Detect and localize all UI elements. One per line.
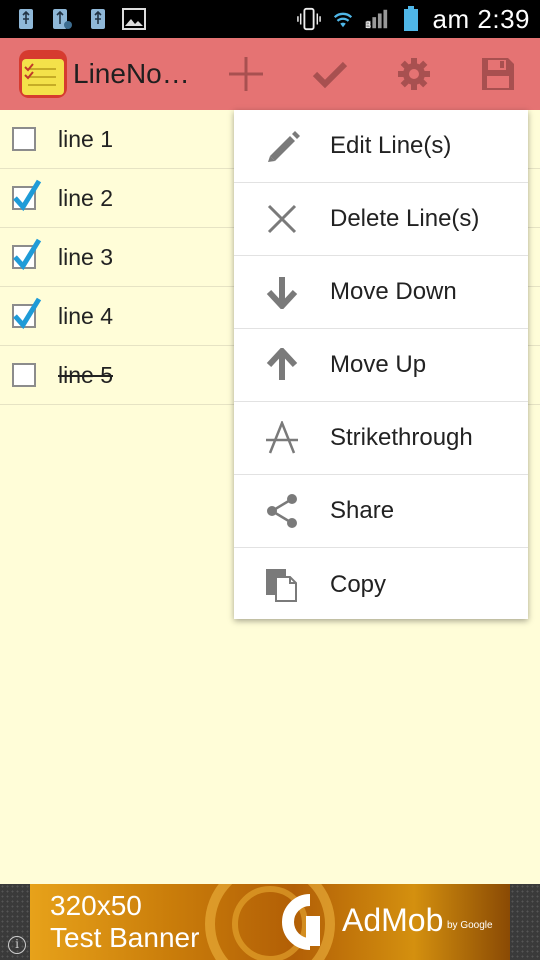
menu-item-label: Move Up [330,351,427,378]
settings-button[interactable] [394,54,434,94]
ad-banner[interactable]: 320x50 Test Banner AdMob by Google i [0,884,540,960]
menu-item-delete-lines[interactable]: Delete Line(s) [234,183,528,256]
menu-item-label: Share [330,497,395,524]
ad-brand: AdMob [342,902,444,938]
app-title: LineNo… [73,58,190,89]
pencil-icon [234,126,330,166]
checkbox-checked[interactable] [12,297,42,330]
app-logo-icon[interactable] [18,49,68,99]
menu-item-label: Delete Line(s) [330,205,480,232]
wifi-icon [331,7,355,31]
ad-by-google: by Google [447,920,493,931]
menu-item-copy[interactable]: Copy [234,548,528,621]
usb-icon [14,7,38,31]
share-icon [234,493,330,529]
line-text: line 2 [58,184,113,211]
svg-text:B: B [365,20,371,30]
check-button[interactable] [310,54,350,94]
vibrate-icon [296,7,321,31]
context-menu: Edit Line(s) Delete Line(s) Move Down Mo… [234,110,528,619]
add-button[interactable] [226,54,266,94]
action-bar: LineNo… [0,38,540,110]
line-text: line 3 [58,243,113,270]
checkbox-checked[interactable] [12,179,42,212]
ad-text-size: 320x50 [50,890,142,921]
checkmark-icon [13,238,42,271]
gear-icon [398,58,430,90]
ad-creative[interactable]: 320x50 Test Banner AdMob by Google [30,884,510,960]
checkbox-unchecked[interactable] [12,363,36,387]
line-text: line 1 [58,125,113,152]
copy-icon [234,567,330,603]
checkmark-icon [13,297,42,330]
arrow-up-icon [234,348,330,382]
save-button[interactable] [478,54,518,94]
menu-item-share[interactable]: Share [234,475,528,548]
menu-item-move-up[interactable]: Move Up [234,329,528,402]
battery-icon [399,6,423,31]
image-icon [122,7,146,31]
usb-icon [86,7,110,31]
info-icon[interactable]: i [8,936,26,954]
signal-icon: B [365,7,389,31]
close-icon [234,203,330,235]
line-text: line 4 [58,302,113,329]
menu-item-edit-lines[interactable]: Edit Line(s) [234,110,528,183]
ad-text-label: Test Banner [50,922,200,953]
clock-time: am 2:39 [432,3,530,34]
admob-logo-icon [282,894,320,950]
status-bar: B am 2:39 [0,0,540,38]
menu-item-label: Strikethrough [330,424,473,451]
save-icon [482,58,514,90]
checkbox-unchecked[interactable] [12,127,36,151]
check-icon [312,61,348,89]
menu-item-move-down[interactable]: Move Down [234,256,528,329]
menu-item-strikethrough[interactable]: Strikethrough [234,402,528,475]
arrow-down-icon [234,275,330,309]
menu-item-label: Move Down [330,278,457,305]
menu-item-label: Copy [330,570,387,598]
usb-debug-icon [50,7,74,31]
checkmark-icon [13,179,42,212]
add-icon [229,57,263,91]
checkbox-checked[interactable] [12,238,42,271]
menu-item-label: Edit Line(s) [330,132,452,159]
strikethrough-icon [234,421,330,455]
line-text: line 5 [58,361,113,388]
